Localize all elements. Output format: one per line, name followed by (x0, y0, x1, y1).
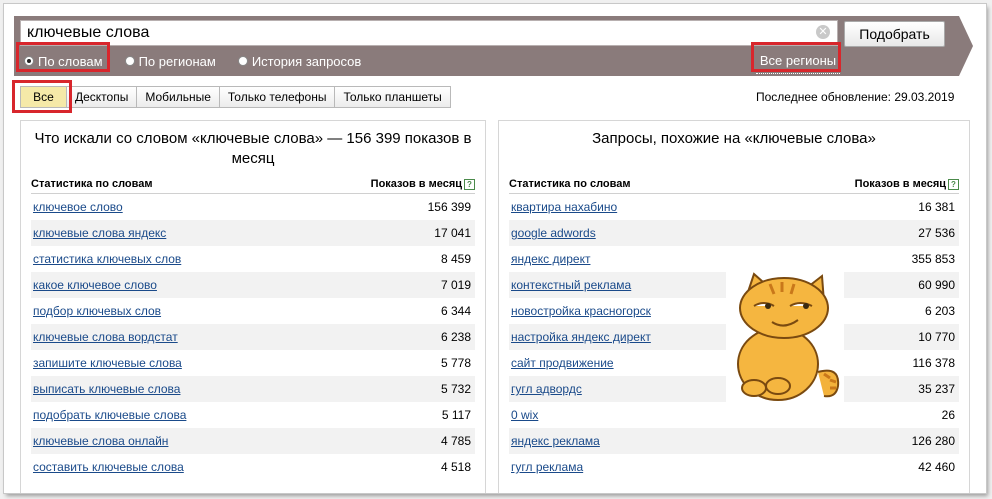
keyword-link[interactable]: ключевое слово (31, 200, 123, 214)
table-row: ключевые слова яндекс 17 041 (31, 220, 475, 246)
mode-label: История запросов (251, 53, 362, 69)
table-row: запишите ключевые слова 5 778 (31, 350, 475, 376)
shows-count: 27 536 (918, 226, 955, 240)
keyword-link[interactable]: выписать ключевые слова (31, 382, 180, 396)
table-row: составить ключевые слова 4 518 (31, 454, 475, 480)
table-body: ключевое слово 156 399 ключевые слова янде… (31, 194, 475, 480)
table-row: яндекс реклама 126 280 (509, 428, 959, 454)
highlight-box (16, 42, 110, 72)
shows-count: 355 853 (911, 252, 955, 266)
shows-count: 10 770 (918, 330, 955, 344)
panel-title: Запросы, похожие на «ключевые слова» (592, 130, 876, 147)
shows-count: 4 785 (440, 434, 471, 448)
keyword-link[interactable]: гугл адвордс (509, 382, 582, 396)
keyword-link[interactable]: подобрать ключевые слова (31, 408, 186, 422)
shows-count: 8 459 (440, 252, 471, 266)
keyword-link[interactable]: ключевые слова яндекс (31, 226, 166, 240)
keyword-link[interactable]: яндекс директ (509, 252, 590, 266)
shows-count: 6 344 (440, 304, 471, 318)
shows-count: 6 238 (440, 330, 471, 344)
table-header: Статистика по словам Показов в месяц? (31, 171, 475, 194)
search-bar-arrow (959, 16, 973, 76)
table-row: квартира нахабино 16 381 (509, 194, 959, 220)
last-updated: Последнее обновление: 29.03.2019 (756, 90, 955, 104)
panel-title: Что искали со словом «ключевые слова» — … (34, 130, 472, 167)
shows-count: 42 460 (918, 460, 955, 474)
shows-count: 17 041 (434, 226, 471, 240)
keyword-link[interactable]: запишите ключевые слова (31, 356, 182, 370)
shows-count: 4 518 (440, 460, 471, 474)
table-header: Статистика по словам Показов в месяц? (509, 171, 959, 194)
keyword-link[interactable]: какое ключевое слово (31, 278, 157, 292)
column-header-keyword: Статистика по словам (509, 178, 631, 190)
radio-icon (124, 56, 135, 66)
table-row: ключевые слова вордстат 6 238 (31, 324, 475, 350)
keyword-link[interactable]: ключевые слова вордстат (31, 330, 178, 344)
shows-count: 26 (941, 408, 955, 422)
shows-count: 5 732 (440, 382, 471, 396)
mode-label: По регионам (138, 53, 216, 69)
column-header-keyword: Статистика по словам (31, 178, 153, 190)
shows-count: 5 778 (440, 356, 471, 370)
table-row: статистика ключевых слов 8 459 (31, 246, 475, 272)
shows-count: 35 237 (918, 382, 955, 396)
shows-count: 16 381 (918, 200, 955, 214)
shows-count: 116 378 (912, 356, 956, 370)
tab-desktops[interactable]: Десктопы (67, 86, 138, 108)
table-row: подбор ключевых слов 6 344 (31, 298, 475, 324)
device-tabs: Все Десктопы Мобильные Только телефоны Т… (20, 86, 451, 108)
table-row: гугл реклама 42 460 (509, 454, 959, 480)
clear-icon[interactable]: ✕ (816, 25, 830, 39)
column-header-shows: Показов в месяц? (371, 178, 475, 190)
cat-sticker (726, 268, 844, 404)
search-input[interactable]: ключевые слова (20, 20, 838, 46)
tab-phones-only[interactable]: Только телефоны (219, 86, 336, 108)
table-row: подобрать ключевые слова 5 117 (31, 402, 475, 428)
shows-count: 5 117 (441, 408, 471, 422)
shows-count: 126 280 (911, 434, 955, 448)
help-icon[interactable]: ? (948, 178, 959, 190)
keyword-link[interactable]: составить ключевые слова (31, 460, 184, 474)
shows-count: 7 019 (440, 278, 471, 292)
keyword-link[interactable]: статистика ключевых слов (31, 252, 181, 266)
keyword-link[interactable]: яндекс реклама (509, 434, 600, 448)
shows-count: 60 990 (918, 278, 955, 292)
keyword-link[interactable]: контекстный реклама (509, 278, 631, 292)
keyword-link[interactable]: сайт продвижение (509, 356, 614, 370)
mode-by-regions[interactable]: По регионам (121, 50, 220, 72)
shows-count: 156 399 (427, 200, 471, 214)
keyword-link[interactable]: подбор ключевых слов (31, 304, 161, 318)
table-row: ключевые слова онлайн 4 785 (31, 428, 475, 454)
keyword-link[interactable]: гугл реклама (509, 460, 583, 474)
shows-count: 6 203 (924, 304, 955, 318)
submit-button[interactable]: Подобрать (844, 21, 945, 47)
table-row: ключевое слово 156 399 (31, 194, 475, 220)
table-row: выписать ключевые слова 5 732 (31, 376, 475, 402)
keyword-link[interactable]: google adwords (509, 226, 596, 240)
column-header-shows: Показов в месяц? (855, 178, 959, 190)
keyword-link[interactable]: 0 wix (509, 408, 538, 422)
keyword-link[interactable]: новостройка красногорск (509, 304, 651, 318)
tab-mobile[interactable]: Мобильные (137, 86, 220, 108)
words-panel: Что искали со словом «ключевые слова» — … (20, 120, 486, 493)
help-icon[interactable]: ? (464, 178, 475, 190)
highlight-box (12, 80, 72, 113)
keyword-link[interactable]: настройка яндекс директ (509, 330, 651, 344)
mode-history[interactable]: История запросов (234, 50, 366, 72)
radio-icon (237, 56, 248, 66)
table-row: 0 wix 26 (509, 402, 959, 428)
tab-tablets-only[interactable]: Только планшеты (335, 86, 451, 108)
highlight-box (751, 42, 841, 72)
keyword-link[interactable]: квартира нахабино (509, 200, 617, 214)
table-row: google adwords 27 536 (509, 220, 959, 246)
page-frame: ключевые слова ✕ Подобрать По словам По … (4, 4, 986, 493)
keyword-link[interactable]: ключевые слова онлайн (31, 434, 168, 448)
table-row: какое ключевое слово 7 019 (31, 272, 475, 298)
